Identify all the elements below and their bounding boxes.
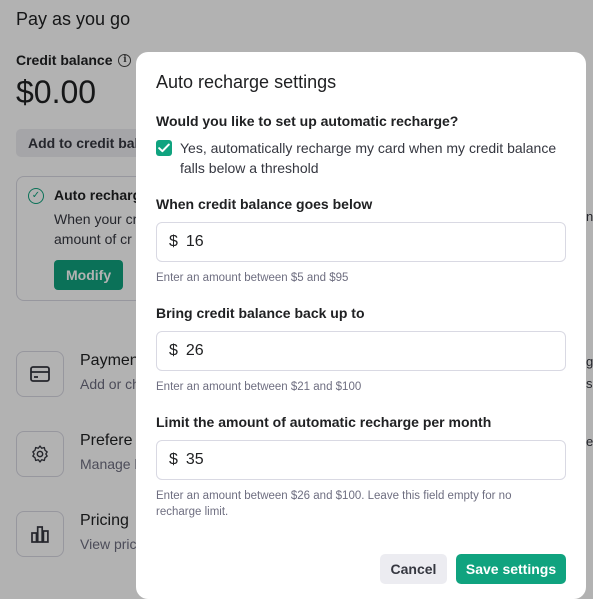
monthly-limit-field[interactable]: $ xyxy=(156,440,566,480)
auto-recharge-checkbox[interactable] xyxy=(156,140,172,156)
threshold-help-text: Enter an amount between $5 and $95 xyxy=(156,272,349,284)
monthly-limit-input[interactable] xyxy=(185,451,526,469)
auto-recharge-checkbox-label[interactable]: Yes, automatically recharge my card when… xyxy=(180,138,570,178)
target-balance-help-text: Enter an amount between $21 and $100 xyxy=(156,381,362,393)
target-balance-field[interactable]: $ xyxy=(156,331,566,371)
dialog-title: Auto recharge settings xyxy=(156,72,337,92)
monthly-limit-field-label: Limit the amount of automatic recharge p… xyxy=(156,414,492,430)
cancel-button[interactable]: Cancel xyxy=(380,554,447,584)
threshold-field-label: When credit balance goes below xyxy=(156,196,373,212)
setup-question: Would you like to set up automatic recha… xyxy=(156,113,459,129)
threshold-field[interactable]: $ xyxy=(156,222,566,262)
currency-symbol: $ xyxy=(169,451,178,468)
checkmark-icon xyxy=(158,143,170,153)
currency-symbol: $ xyxy=(169,342,178,359)
target-balance-input[interactable] xyxy=(185,342,526,360)
auto-recharge-settings-dialog: Auto recharge settings Would you like to… xyxy=(136,52,586,599)
monthly-limit-help-text: Enter an amount between $26 and $100. Le… xyxy=(156,490,512,518)
save-settings-button[interactable]: Save settings xyxy=(456,554,566,584)
currency-symbol: $ xyxy=(169,233,178,250)
threshold-input[interactable] xyxy=(185,233,526,251)
target-balance-field-label: Bring credit balance back up to xyxy=(156,305,365,321)
